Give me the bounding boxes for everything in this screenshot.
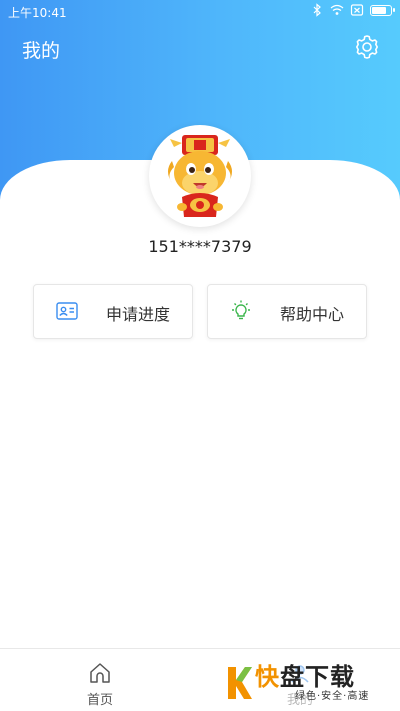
help-center-button[interactable]: 帮助中心 xyxy=(207,284,367,339)
id-card-icon xyxy=(56,302,78,320)
watermark-slogan: 绿色·安全·高速 xyxy=(295,690,370,702)
bluetooth-icon xyxy=(313,3,321,17)
status-time: 上午10:41 xyxy=(8,6,67,20)
application-progress-label: 申请进度 xyxy=(106,305,171,324)
help-center-label: 帮助中心 xyxy=(280,305,345,324)
profile-card-background xyxy=(0,160,400,660)
status-icons xyxy=(310,3,395,17)
sim-off-icon xyxy=(350,4,364,16)
tab-home-label: 首页 xyxy=(86,693,113,708)
page-title: 我的 xyxy=(22,40,61,62)
kuaipan-k-logo-icon xyxy=(228,667,252,699)
user-phone-number: 151****7379 xyxy=(148,237,252,256)
settings-gear-icon[interactable] xyxy=(354,34,380,60)
status-bar: 上午10:41 xyxy=(0,0,400,24)
watermark-brand-rest: 盘下载 xyxy=(280,662,355,691)
home-icon xyxy=(90,663,110,683)
kuaipan-watermark-logo: 快盘下载 绿色·安全·高速 xyxy=(225,658,400,708)
watermark-brand: 快盘下载 xyxy=(255,664,369,690)
wifi-icon xyxy=(330,4,344,15)
lightbulb-icon xyxy=(232,300,250,320)
avatar[interactable] xyxy=(149,125,251,227)
application-progress-button[interactable]: 申请进度 xyxy=(33,284,193,339)
watermark-brand-accent: 快 xyxy=(255,662,280,691)
tab-home[interactable]: 首页 xyxy=(50,649,150,711)
battery-icon xyxy=(370,4,395,16)
dragon-mascot-avatar-icon xyxy=(168,135,232,217)
